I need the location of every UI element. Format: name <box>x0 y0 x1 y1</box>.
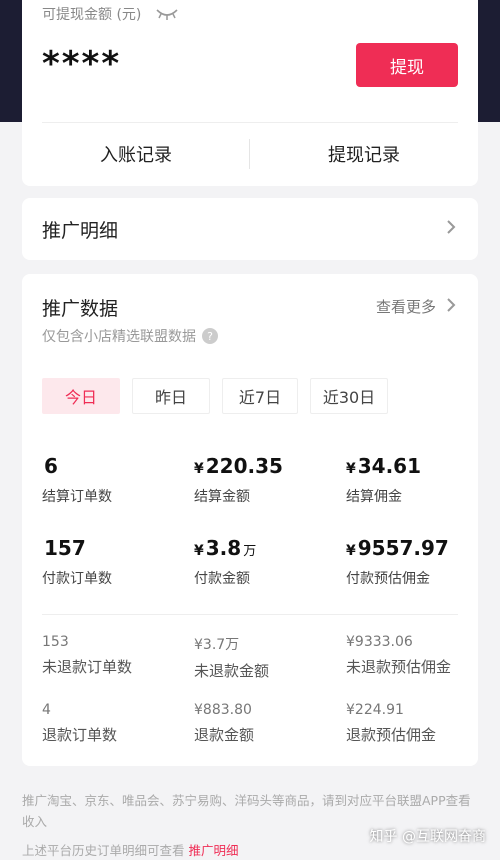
metric-value: 4 <box>42 702 51 718</box>
divider <box>42 614 458 615</box>
metric-refunded-commission: ¥224.91 退款预估佣金 <box>346 702 436 745</box>
metric-refunded-amount: ¥883.80 退款金额 <box>194 702 254 745</box>
metric-label: 付款金额 <box>194 571 250 587</box>
metric-value: ¥3.7万 <box>194 637 240 653</box>
metric-settled-amount: ¥220.35 结算金额 <box>194 454 283 505</box>
promotion-detail-title: 推广明细 <box>42 219 119 242</box>
metric-value: 3.8 <box>205 536 242 560</box>
promotion-data-subtitle: 仅包含小店精选联盟数据 <box>42 329 196 345</box>
date-range-tabs: 今日 昨日 近7日 近30日 <box>42 378 388 414</box>
metric-label: 未退款金额 <box>194 662 270 680</box>
promotion-data-subtitle-row: 仅包含小店精选联盟数据 ? <box>42 326 218 346</box>
metric-label: 付款订单数 <box>42 571 112 587</box>
balance-label-row: 可提现金额 (元) <box>42 4 179 24</box>
promotion-detail-row[interactable]: 推广明细 <box>22 198 478 260</box>
chevron-right-icon <box>446 297 456 317</box>
tab-today[interactable]: 今日 <box>42 378 120 414</box>
metric-settled-orders: 6 结算订单数 <box>42 454 112 506</box>
metric-paid-estimated-commission: ¥9557.97 付款预估佣金 <box>346 536 449 587</box>
metric-value: 157 <box>44 536 86 560</box>
metric-unrefunded-orders: 153 未退款订单数 <box>42 634 132 677</box>
metric-label: 结算金额 <box>194 489 250 505</box>
see-more-label: 查看更多 <box>375 298 436 316</box>
metric-label: 结算佣金 <box>346 489 402 505</box>
metric-label: 退款订单数 <box>42 726 118 744</box>
tab-last-7-days[interactable]: 近7日 <box>222 378 298 414</box>
metric-label: 退款金额 <box>194 726 255 744</box>
metric-label: 付款预估佣金 <box>346 571 430 587</box>
balance-value: **** <box>42 44 122 84</box>
metric-label: 未退款订单数 <box>42 658 133 676</box>
metric-value: 220.35 <box>205 454 283 478</box>
metric-paid-amount: ¥3.8 万 付款金额 <box>194 536 257 587</box>
tab-last-30-days[interactable]: 近30日 <box>310 378 388 414</box>
metric-settled-commission: ¥34.61 结算佣金 <box>346 454 422 505</box>
metric-unrefunded-commission: ¥9333.06 未退款预估佣金 <box>346 634 451 677</box>
balance-label: 可提现金额 (元) <box>42 7 142 23</box>
promotion-data-card: 推广数据 查看更多 仅包含小店精选联盟数据 ? 今日 昨日 近7日 近30日 6… <box>22 274 478 766</box>
metric-paid-orders: 157 付款订单数 <box>42 536 112 588</box>
withdraw-records-link[interactable]: 提现记录 <box>250 123 478 185</box>
see-more-link[interactable]: 查看更多 <box>376 296 456 317</box>
metric-label: 结算订单数 <box>42 489 112 505</box>
metric-value: 34.61 <box>357 454 422 478</box>
promotion-data-title: 推广数据 <box>42 298 119 320</box>
withdraw-button[interactable]: 提现 <box>356 43 458 87</box>
metric-value: ¥883.80 <box>194 702 252 718</box>
metric-value: ¥9333.06 <box>346 634 413 650</box>
metric-label: 未退款预估佣金 <box>346 658 452 676</box>
watermark: 知乎 @互联网奋商 <box>369 829 486 845</box>
balance-card: 可提现金额 (元) **** 提现 入账记录 提现记录 <box>22 0 478 186</box>
footer-history-text: 上述平台历史订单明细可查看 <box>22 843 185 858</box>
eye-closed-icon[interactable] <box>155 7 179 21</box>
metric-label: 退款预估佣金 <box>346 726 437 744</box>
metric-value: ¥224.91 <box>346 702 404 718</box>
metric-value: 9557.97 <box>357 536 449 560</box>
chevron-right-icon <box>446 219 456 239</box>
help-icon[interactable]: ? <box>202 328 218 344</box>
metric-value: 6 <box>44 454 58 478</box>
tab-yesterday[interactable]: 昨日 <box>132 378 210 414</box>
income-records-link[interactable]: 入账记录 <box>22 123 250 185</box>
metric-refunded-orders: 4 退款订单数 <box>42 702 117 745</box>
footer-history-row: 上述平台历史订单明细可查看 推广明细 <box>22 840 239 859</box>
footer-promotion-detail-link[interactable]: 推广明细 <box>189 843 239 858</box>
metric-value: 153 <box>42 634 69 650</box>
metric-unrefunded-amount: ¥3.7万 未退款金额 <box>194 634 269 681</box>
